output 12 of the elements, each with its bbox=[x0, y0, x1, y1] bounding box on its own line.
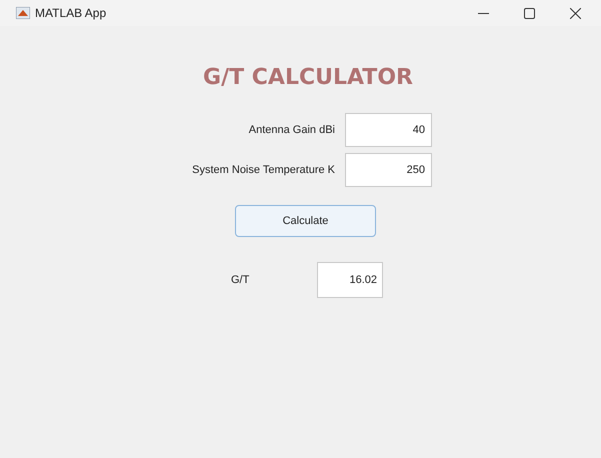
app-heading: G/T CALCULATOR bbox=[202, 64, 414, 90]
maximize-icon[interactable] bbox=[524, 8, 535, 18]
result-field[interactable]: 16.02 bbox=[317, 262, 383, 298]
result-label: G/T bbox=[231, 274, 250, 286]
window-title: MATLAB App bbox=[35, 6, 106, 20]
field-label: System Noise Temperature K bbox=[191, 164, 336, 176]
field-label: Antenna Gain dBi bbox=[248, 124, 336, 136]
app-icon bbox=[16, 7, 30, 19]
close-icon[interactable] bbox=[570, 8, 581, 18]
input-field[interactable]: 40 bbox=[345, 113, 432, 147]
calculate-button[interactable]: Calculate bbox=[235, 205, 376, 237]
input-field[interactable]: 250 bbox=[345, 153, 432, 187]
